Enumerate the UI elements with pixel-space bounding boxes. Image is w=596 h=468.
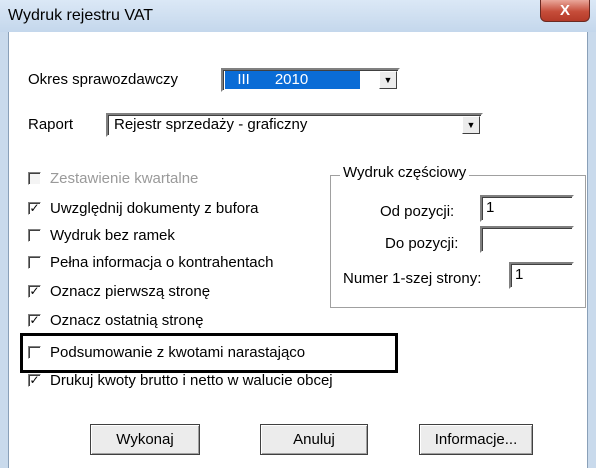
report-select[interactable]: Rejestr sprzedaży - graficzny ▼ [106, 113, 483, 137]
option-include-buffer-docs[interactable]: ✓ Uwzględnij dokumenty z bufora [28, 197, 258, 219]
option-label: Drukuj kwoty brutto i netto w walucie ob… [50, 371, 333, 389]
checkmark-icon: ✓ [29, 284, 40, 298]
close-icon: X [559, 2, 570, 19]
option-mark-first-page[interactable]: ✓ Oznacz pierwszą stronę [28, 280, 210, 302]
first-page-number-label: Numer 1-szej strony: [343, 270, 482, 287]
dropdown-arrow-icon[interactable]: ▼ [462, 116, 480, 134]
partial-print-title: Wydruk częściowy [340, 164, 470, 181]
option-full-contractor-info[interactable]: Pełna informacja o kontrahentach [28, 251, 273, 273]
info-button[interactable]: Informacje... [419, 424, 533, 455]
close-button[interactable]: X [540, 0, 590, 22]
dialog-window: Wydruk rejestru VAT X Okres sprawozdawcz… [0, 0, 596, 468]
to-position-label: Do pozycji: [385, 235, 459, 252]
dropdown-arrow-icon[interactable]: ▼ [379, 71, 397, 89]
option-label: Uwzględnij dokumenty z bufora [50, 199, 259, 217]
report-value: Rejestr sprzedaży - graficzny [114, 116, 308, 133]
option-label: Oznacz pierwszą stronę [50, 282, 211, 300]
from-position-label: Od pozycji: [380, 203, 455, 220]
execute-button[interactable]: Wykonaj [90, 424, 200, 455]
checkbox[interactable]: ✓ [28, 373, 41, 387]
checkbox[interactable] [28, 255, 41, 269]
highlight-frame [20, 333, 398, 373]
option-label: Zestawienie kwartalne [50, 169, 199, 187]
checkmark-icon: ✓ [29, 201, 40, 215]
cancel-button[interactable]: Anuluj [260, 424, 368, 455]
option-label: Oznacz ostatnią stronę [50, 311, 204, 329]
option-label: Pełna informacja o kontrahentach [50, 253, 274, 271]
checkmark-icon: ✓ [29, 373, 40, 387]
window-title: Wydruk rejestru VAT [8, 7, 154, 24]
from-position-input[interactable]: 1 [480, 195, 574, 222]
checkbox[interactable]: ✓ [28, 284, 41, 298]
option-quarterly-summary[interactable]: Zestawienie kwartalne [28, 167, 198, 189]
period-value: III 2010 [225, 71, 360, 89]
period-label: Okres sprawozdawczy [28, 71, 179, 88]
period-select[interactable]: III 2010 ▼ [221, 68, 400, 92]
option-no-frames[interactable]: Wydruk bez ramek [28, 224, 175, 246]
title-bar[interactable]: Wydruk rejestru VAT X [0, 0, 596, 32]
checkmark-icon: ✓ [29, 313, 40, 327]
checkbox[interactable]: ✓ [28, 313, 41, 327]
checkbox[interactable] [28, 171, 41, 185]
option-label: Wydruk bez ramek [50, 226, 175, 244]
checkbox[interactable] [28, 228, 41, 242]
checkbox[interactable]: ✓ [28, 201, 41, 215]
report-label: Raport [28, 116, 74, 133]
first-page-number-input[interactable]: 1 [509, 262, 574, 289]
to-position-input[interactable] [480, 226, 574, 253]
option-mark-last-page[interactable]: ✓ Oznacz ostatnią stronę [28, 309, 203, 331]
